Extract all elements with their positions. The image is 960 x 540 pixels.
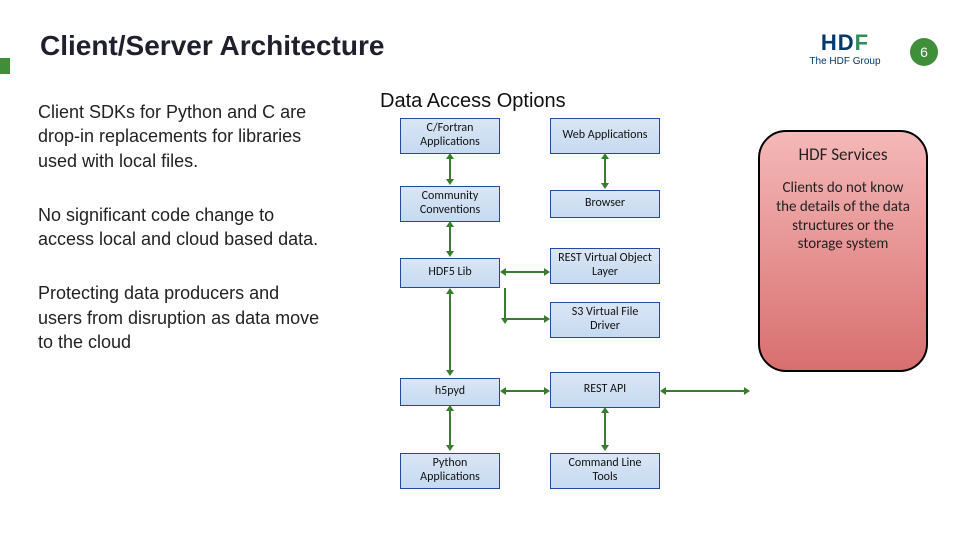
arrow-web-browser <box>604 158 606 184</box>
logo-subtext: The HDF Group <box>790 56 900 67</box>
paragraph-3: Protecting data producers and users from… <box>38 281 328 354</box>
box-h5pyd: h5pyd <box>400 378 500 406</box>
arrow-hdf5lib-restvol <box>505 271 545 273</box>
arrow-h5pyd-python <box>449 410 451 446</box>
box-s3vfd: S3 Virtual File Driver <box>550 302 660 338</box>
page-number-badge: 6 <box>910 38 938 66</box>
services-note: Clients do not know the details of the d… <box>770 179 916 254</box>
box-community: Community Conventions <box>400 186 500 222</box>
arrow-restapi-services <box>665 390 745 392</box>
diagram-heading: Data Access Options <box>380 90 566 113</box>
arrow-hdf5lib-stub <box>504 288 506 319</box>
logo-text-f: F <box>855 30 869 55</box>
arrow-community-hdf5lib <box>449 226 451 252</box>
hdf-services-panel: HDF Services Clients do not know the det… <box>758 130 928 372</box>
paragraph-1: Client SDKs for Python and C are drop-in… <box>38 100 328 173</box>
hdf-logo: HDF The HDF Group <box>790 30 900 67</box>
box-restvol: REST Virtual Object Layer <box>550 248 660 284</box>
box-cli: Command Line Tools <box>550 453 660 489</box>
arrow-restapi-cli <box>604 412 606 446</box>
arrow-h5pyd-restapi <box>505 390 545 392</box>
logo-text-hd: HD <box>821 30 855 55</box>
box-cfortran: C/Fortran Applications <box>400 118 500 154</box>
box-python: Python Applications <box>400 453 500 489</box>
box-browser: Browser <box>550 190 660 218</box>
accent-bar <box>0 58 10 74</box>
box-restapi: REST API <box>550 372 660 408</box>
services-title: HDF Services <box>770 144 916 165</box>
arrow-hdf5lib-h5pyd <box>449 293 451 371</box>
page-number: 6 <box>920 44 928 60</box>
page-title: Client/Server Architecture <box>40 30 384 62</box>
box-web: Web Applications <box>550 118 660 154</box>
arrow-hdf5lib-s3vfd <box>505 318 545 320</box>
box-hdf5lib: HDF5 Lib <box>400 258 500 288</box>
body-text: Client SDKs for Python and C are drop-in… <box>38 100 328 384</box>
arrow-cfortran-community <box>449 158 451 180</box>
diagram: C/Fortran Applications Web Applications … <box>370 118 710 528</box>
paragraph-2: No significant code change to access loc… <box>38 203 328 252</box>
